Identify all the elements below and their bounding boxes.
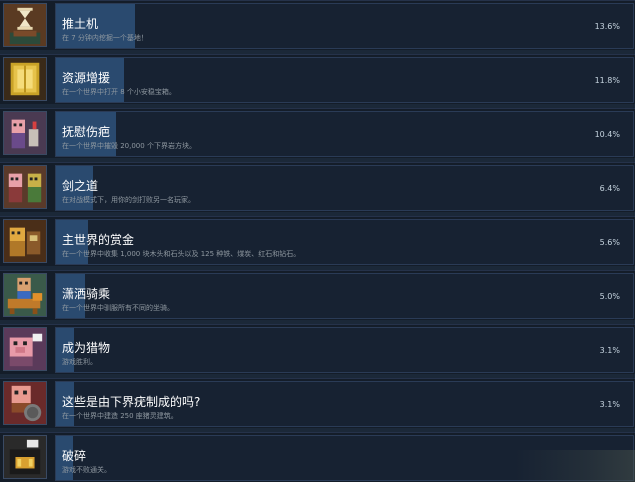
unlock-percentage: 11.8% <box>594 76 620 85</box>
achievement-panel: 潇洒骑乘 在一个世界中驯服所有不同的坐骑。 5.0% <box>55 273 634 319</box>
achievement-title: 剑之道 <box>62 179 99 193</box>
achievement-description: 在 7 分钟内挖掘一个基地！ <box>62 34 148 42</box>
unlock-percentage: 13.6% <box>594 22 620 31</box>
swords-duel-icon <box>3 165 47 209</box>
character-heal-icon <box>3 111 47 155</box>
achievement-title: 抚慰伤疤 <box>62 125 111 139</box>
resource-chest-icon <box>3 219 47 263</box>
achievement-panel: 资源增援 在一个世界中打开 8 个小安稳宝箱。 11.8% <box>55 57 634 103</box>
achievement-panel: 主世界的赏金 在一个世界中收集 1,000 块木头和石头以及 125 种铁、煤炭… <box>55 219 634 265</box>
achievement-panel: 抚慰伤疤 在一个世界中摧毁 20,000 个下界岩方块。 10.4% <box>55 111 634 157</box>
achievement-panel: 成为猎物 游戏胜利。 3.1% <box>55 327 634 373</box>
mount-ride-icon <box>3 273 47 317</box>
gold-block-icon <box>3 57 47 101</box>
achievement-row-9[interactable]: 破碎 游戏不败通关。 <box>0 432 635 482</box>
achievement-row-6[interactable]: 潇洒骑乘 在一个世界中驯服所有不同的坐骑。 5.0% <box>0 270 635 320</box>
pig-icon <box>3 327 47 371</box>
achievement-row-7[interactable]: 成为猎物 游戏胜利。 3.1% <box>0 324 635 374</box>
achievement-row-3[interactable]: 抚慰伤疤 在一个世界中摧毁 20,000 个下界岩方块。 10.4% <box>0 108 635 158</box>
achievement-row-8[interactable]: 这些是由下界疣制成的吗? 在一个世界中建造 250 座猪灵建筑。 3.1% <box>0 378 635 428</box>
achievement-title: 破碎 <box>62 449 87 463</box>
achievement-row-2[interactable]: 资源增援 在一个世界中打开 8 个小安稳宝箱。 11.8% <box>0 54 635 104</box>
achievement-description: 在一个世界中收集 1,000 块木头和石头以及 125 种铁、煤炭、红石和钻石。 <box>62 250 301 258</box>
achievement-title: 资源增援 <box>62 71 111 85</box>
achievement-description: 在一个世界中打开 8 个小安稳宝箱。 <box>62 88 176 96</box>
hourglass-icon <box>3 3 47 47</box>
achievement-description: 在一个世界中摧毁 20,000 个下界岩方块。 <box>62 142 196 150</box>
achievement-panel: 推土机 在 7 分钟内挖掘一个基地！ 13.6% <box>55 3 634 49</box>
unlock-percentage: 5.6% <box>599 238 620 247</box>
achievement-panel: 剑之道 在对战模式下，用你的剑打败另一名玩家。 6.4% <box>55 165 634 211</box>
unlock-percentage: 10.4% <box>594 130 620 139</box>
achievement-title: 主世界的赏金 <box>62 233 135 247</box>
unlock-percentage: 3.1% <box>599 400 620 409</box>
achievement-panel: 这些是由下界疣制成的吗? 在一个世界中建造 250 座猪灵建筑。 3.1% <box>55 381 634 427</box>
achievement-title: 潇洒骑乘 <box>62 287 111 301</box>
achievement-row-4[interactable]: 剑之道 在对战模式下，用你的剑打败另一名玩家。 6.4% <box>0 162 635 212</box>
achievement-title: 这些是由下界疣制成的吗? <box>62 395 201 409</box>
unlock-percentage: 6.4% <box>599 184 620 193</box>
achievement-description: 在对战模式下，用你的剑打败另一名玩家。 <box>62 196 195 204</box>
achievement-description: 游戏胜利。 <box>62 358 97 366</box>
achievement-title: 成为猎物 <box>62 341 111 355</box>
piglin-icon <box>3 381 47 425</box>
achievement-row-1[interactable]: 推土机 在 7 分钟内挖掘一个基地！ 13.6% <box>0 0 635 50</box>
unlock-percentage: 5.0% <box>599 292 620 301</box>
achievement-panel: 破碎 游戏不败通关。 <box>55 435 634 481</box>
achievement-row-5[interactable]: 主世界的赏金 在一个世界中收集 1,000 块木头和石头以及 125 种铁、煤炭… <box>0 216 635 266</box>
achievement-description: 游戏不败通关。 <box>62 466 111 474</box>
achievement-title: 推土机 <box>62 17 99 31</box>
portal-icon <box>3 435 47 479</box>
unlock-percentage: 3.1% <box>599 346 620 355</box>
achievement-description: 在一个世界中驯服所有不同的坐骑。 <box>62 304 174 312</box>
achievement-description: 在一个世界中建造 250 座猪灵建筑。 <box>62 412 178 420</box>
